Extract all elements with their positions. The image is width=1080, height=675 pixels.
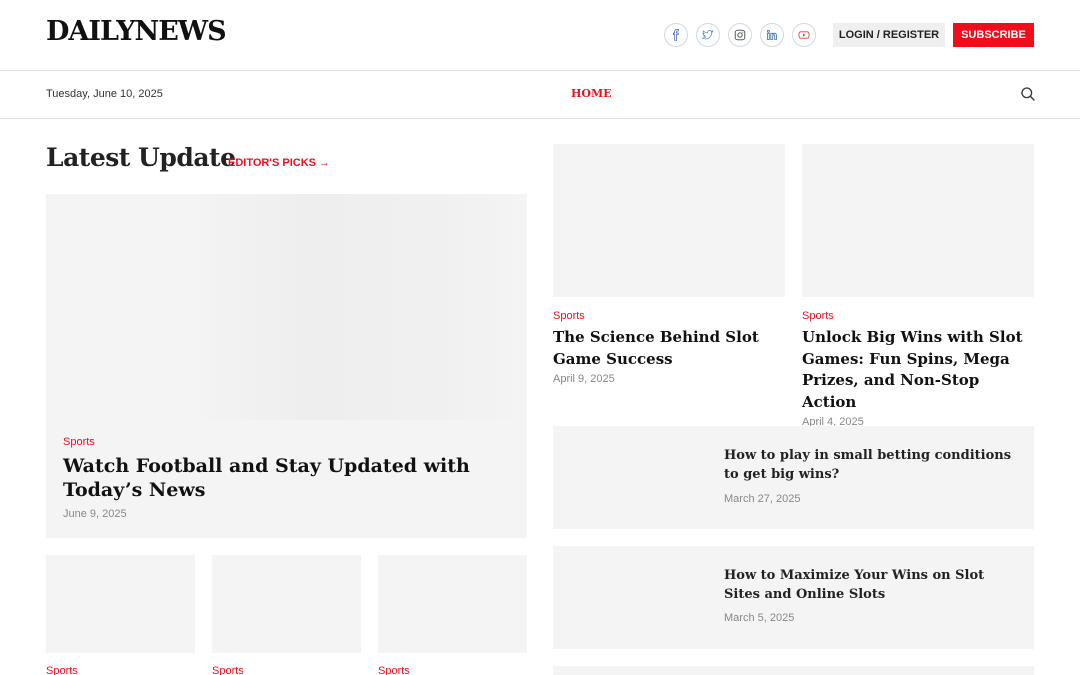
youtube-icon[interactable] — [792, 23, 816, 47]
site-logo[interactable]: DAILYNEWS — [46, 16, 227, 47]
nav-home-link[interactable]: HOME — [571, 87, 612, 100]
article-title[interactable]: The Science Behind Slot Game Success — [553, 327, 785, 370]
article-date: April 9, 2025 — [553, 373, 615, 385]
list-item[interactable]: How to Maximize Your Wins on Slot Sites … — [553, 546, 1034, 649]
current-date: Tuesday, June 10, 2025 — [46, 88, 163, 100]
article-image — [553, 144, 785, 297]
site-header: DAILYNEWS LOGIN / REGISTER SUBSCRIBE — [0, 0, 1080, 71]
article-card[interactable]: Sports Unlock Big Wins with Slot Games: … — [802, 144, 1034, 428]
hero-article[interactable]: Sports Watch Football and Stay Updated w… — [46, 194, 527, 538]
article-date: March 5, 2025 — [724, 612, 795, 624]
article-card[interactable]: Sports The Science Behind Slot Game Succ… — [553, 144, 785, 385]
article-title[interactable]: How to play in small betting conditions … — [724, 446, 1024, 484]
linkedin-icon[interactable] — [760, 23, 784, 47]
nav-bar: Tuesday, June 10, 2025 HOME — [0, 71, 1080, 119]
subscribe-button[interactable]: SUBSCRIBE — [953, 23, 1034, 47]
article-title[interactable]: How to Maximize Your Wins on Slot Sites … — [724, 566, 1024, 604]
article-title[interactable]: Watch Football and Stay Updated with Tod… — [63, 454, 483, 502]
article-category[interactable]: Sports — [212, 665, 244, 675]
article-category[interactable]: Sports — [553, 310, 785, 322]
instagram-icon[interactable] — [728, 23, 752, 47]
social-links — [664, 23, 816, 47]
facebook-icon[interactable] — [664, 23, 688, 47]
hero-image — [46, 194, 527, 420]
article-image — [802, 144, 1034, 297]
list-item[interactable] — [553, 666, 1034, 675]
small-article-image[interactable] — [378, 555, 527, 653]
article-title[interactable]: Unlock Big Wins with Slot Games: Fun Spi… — [802, 327, 1034, 413]
small-article-image[interactable] — [46, 555, 195, 653]
editors-picks-link[interactable]: EDITOR'S PICKS → — [228, 157, 330, 169]
article-category[interactable]: Sports — [802, 310, 1034, 322]
article-date: March 27, 2025 — [724, 493, 801, 505]
search-icon[interactable] — [1020, 86, 1036, 102]
small-article-image[interactable] — [212, 555, 361, 653]
article-category[interactable]: Sports — [63, 436, 95, 448]
twitter-icon[interactable] — [696, 23, 720, 47]
article-date: June 9, 2025 — [63, 508, 127, 520]
section-title: Latest Update — [46, 143, 236, 172]
list-item[interactable]: How to play in small betting conditions … — [553, 426, 1034, 529]
article-category[interactable]: Sports — [378, 665, 410, 675]
login-register-button[interactable]: LOGIN / REGISTER — [833, 23, 945, 47]
article-category[interactable]: Sports — [46, 665, 78, 675]
